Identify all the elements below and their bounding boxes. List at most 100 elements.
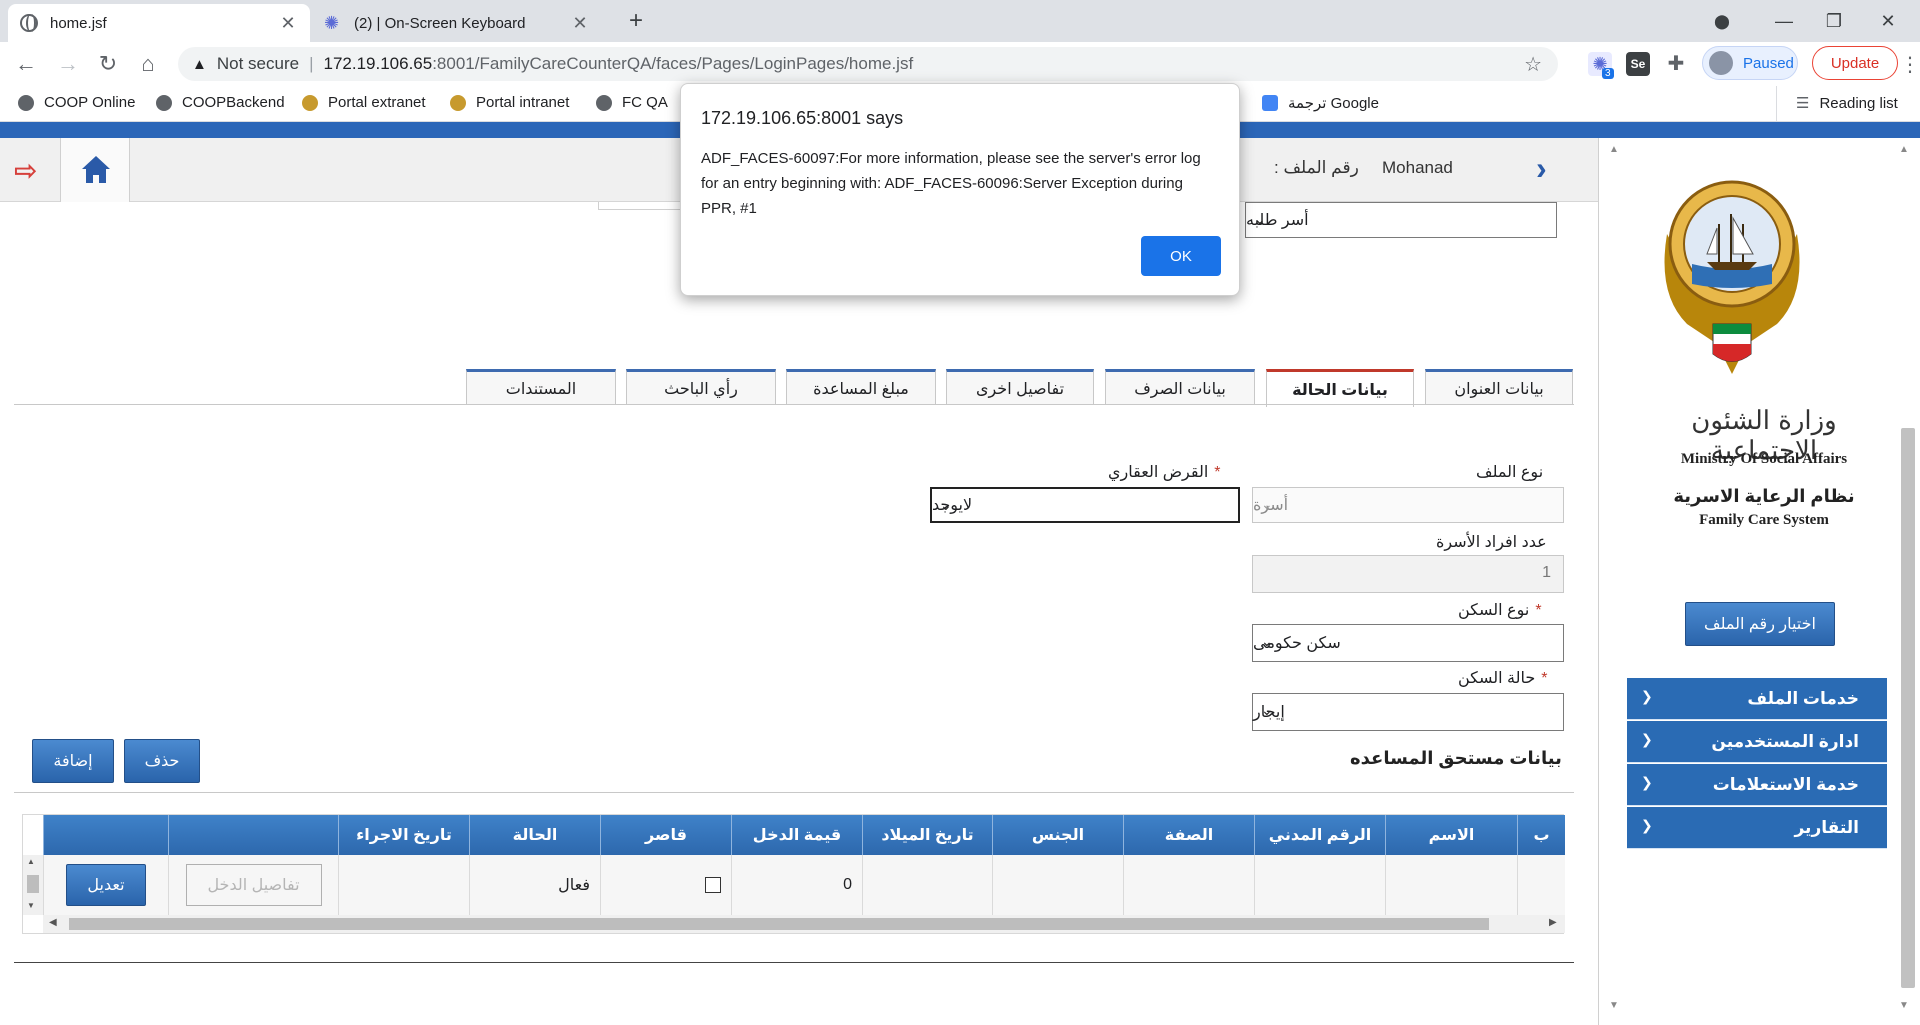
bookmark-portal-extranet[interactable]: Portal extranet	[302, 94, 426, 111]
address-bar[interactable]: ▲ Not secure | 172.19.106.65 :8001/Famil…	[178, 47, 1558, 81]
browser-tab-keyboard[interactable]: ✺ (2) | On-Screen Keyboard ✕	[312, 4, 602, 42]
cell-action-date	[338, 855, 469, 915]
close-window-icon[interactable]: ✕	[1868, 6, 1908, 36]
browser-tab-strip: home.jsf ✕ ✺ (2) | On-Screen Keyboard ✕ …	[0, 0, 1920, 42]
income-details-button[interactable]: تفاصيل الدخل	[185, 864, 322, 906]
url-host: 172.19.106.65	[323, 54, 433, 73]
required-marker: *	[1535, 602, 1542, 619]
menu-label: ادارة المستخدمين	[1711, 731, 1859, 751]
tab-disbursement-data[interactable]: بيانات الصرف	[1105, 369, 1255, 405]
system-name-arabic: نظام الرعاية الاسرية	[1673, 486, 1855, 506]
menu-icon[interactable]: ⋮	[1900, 52, 1920, 77]
bookmark-label: Portal extranet	[328, 94, 426, 111]
warning-icon: ▲	[192, 55, 207, 73]
menu-user-management[interactable]: ❯ ادارة المستخدمين	[1627, 721, 1887, 763]
bookmark-coop-backend[interactable]: COOPBackend	[156, 94, 285, 111]
avatar	[1709, 51, 1733, 75]
bookmark-label: COOPBackend	[182, 94, 285, 111]
table-cell: تعديل	[43, 855, 168, 915]
bookmark-label: FC QA	[622, 94, 668, 111]
scroll-thumb[interactable]	[27, 875, 39, 893]
housing-type-label: * نوع السكن	[1458, 600, 1542, 620]
home-button[interactable]	[60, 138, 130, 202]
scroll-down-icon[interactable]: ▼	[27, 901, 35, 910]
reading-list-button[interactable]: ☰ Reading list	[1796, 94, 1898, 113]
reload-icon[interactable]: ↻	[94, 50, 122, 78]
ok-button[interactable]: OK	[1141, 236, 1221, 276]
column-header-actions-2	[43, 815, 168, 855]
restore-icon[interactable]: ❐	[1814, 6, 1854, 36]
column-header-minor: قاصر	[600, 815, 731, 855]
house-icon	[82, 156, 110, 183]
scroll-up-icon[interactable]: ▲	[1609, 144, 1619, 155]
sidebar-scrollbar[interactable]	[1901, 428, 1915, 988]
puzzle-extensions-icon[interactable]: ✚	[1664, 52, 1688, 76]
scroll-up-icon[interactable]: ▲	[1899, 144, 1909, 155]
housing-type-select[interactable]: سكن حكومى ⌄	[1252, 624, 1564, 662]
extension-badge: 3	[1602, 68, 1614, 79]
selenium-extension-icon[interactable]: Se	[1626, 52, 1650, 76]
back-icon[interactable]: ←	[12, 50, 40, 78]
chevron-down-icon: ❯	[1641, 731, 1653, 747]
tab-case-data[interactable]: بيانات الحالة	[1266, 369, 1414, 407]
new-tab-button[interactable]: +	[620, 6, 652, 38]
menu-file-services[interactable]: ❯ خدمات الملف	[1627, 678, 1887, 720]
edit-button[interactable]: تعديل	[66, 864, 146, 906]
table-vscroll[interactable]: ▲ ▼	[23, 855, 43, 915]
table-hscroll[interactable]: ◀ ▶	[43, 915, 1565, 933]
tab-documents[interactable]: المستندات	[466, 369, 616, 405]
scroll-right-icon[interactable]: ▶	[1549, 917, 1557, 928]
column-header-status: الحالة	[469, 815, 600, 855]
members-count-field: 1	[1252, 555, 1564, 593]
menu-reports[interactable]: ❯ التقارير	[1627, 807, 1887, 849]
close-tab-icon[interactable]: ✕	[570, 13, 590, 34]
tab-researcher-opinion[interactable]: رأي الباحث	[626, 369, 776, 405]
real-estate-loan-select[interactable]: لايوجد ⌄	[930, 487, 1240, 523]
file-category-select[interactable]: أسر طلبه ⌄	[1245, 202, 1557, 238]
home-icon[interactable]: ⌂	[134, 50, 162, 78]
bookmark-coop-online[interactable]: COOP Online	[18, 94, 135, 111]
bookmark-star-icon[interactable]: ☆	[1524, 52, 1542, 77]
minor-checkbox[interactable]	[705, 877, 721, 893]
globe-icon	[156, 94, 172, 111]
scroll-down-icon[interactable]: ▼	[1899, 1000, 1909, 1011]
cell-civil-id	[1254, 855, 1385, 915]
cell-income: 0	[731, 855, 862, 915]
table-cell: تفاصيل الدخل	[168, 855, 338, 915]
menu-inquiry-service[interactable]: ❯ خدمة الاستعلامات	[1627, 764, 1887, 806]
bookmark-google-translate[interactable]: ترجمة Google	[1262, 94, 1379, 112]
scroll-left-icon[interactable]: ◀	[49, 917, 57, 928]
chevron-right-icon[interactable]: ›	[1536, 150, 1547, 187]
section-title: بيانات مستحق المساعده	[1350, 748, 1562, 768]
scroll-thumb[interactable]	[69, 918, 1489, 930]
url-path: :8001/FamilyCareCounterQA/faces/Pages/Lo…	[432, 54, 914, 73]
label-text: القرض العقاري	[1108, 464, 1209, 481]
emblem-icon	[302, 94, 318, 111]
profile-button[interactable]: Paused	[1702, 46, 1798, 80]
table-cell	[1517, 855, 1565, 915]
add-button[interactable]: إضافة	[32, 739, 114, 783]
system-name-english: Family Care System	[1699, 512, 1829, 528]
browser-tab-home[interactable]: home.jsf ✕	[8, 4, 310, 42]
real-estate-loan-label: * القرض العقاري	[1108, 462, 1221, 482]
forward-icon[interactable]: →	[54, 50, 82, 78]
update-button[interactable]: Update	[1812, 46, 1898, 80]
scroll-up-icon[interactable]: ▲	[27, 857, 35, 866]
scroll-down-icon[interactable]: ▼	[1609, 1000, 1619, 1011]
delete-button[interactable]: حذف	[124, 739, 200, 783]
bookmark-portal-intranet[interactable]: Portal intranet	[450, 94, 569, 111]
globe-icon	[596, 94, 612, 111]
tab-aid-amount[interactable]: مبلغ المساعدة	[786, 369, 936, 405]
bookmark-fc-qa[interactable]: FC QA	[596, 94, 668, 111]
housing-status-select[interactable]: إيجار ⌄	[1252, 693, 1564, 731]
tab-title: (2) | On-Screen Keyboard	[354, 14, 526, 32]
logout-icon[interactable]: ⇨	[14, 154, 37, 187]
choose-file-number-button[interactable]: اختيار رقم الملف	[1685, 602, 1835, 646]
minimize-icon[interactable]: —	[1764, 6, 1804, 36]
security-label: Not secure	[216, 54, 300, 73]
tab-other-details[interactable]: تفاصيل اخرى	[946, 369, 1094, 405]
column-header-overflow: ب	[1517, 815, 1565, 855]
close-tab-icon[interactable]: ✕	[278, 13, 298, 34]
tab-address-data[interactable]: بيانات العنوان	[1425, 369, 1573, 405]
tab-search-icon[interactable]: ⬤	[1702, 6, 1742, 36]
